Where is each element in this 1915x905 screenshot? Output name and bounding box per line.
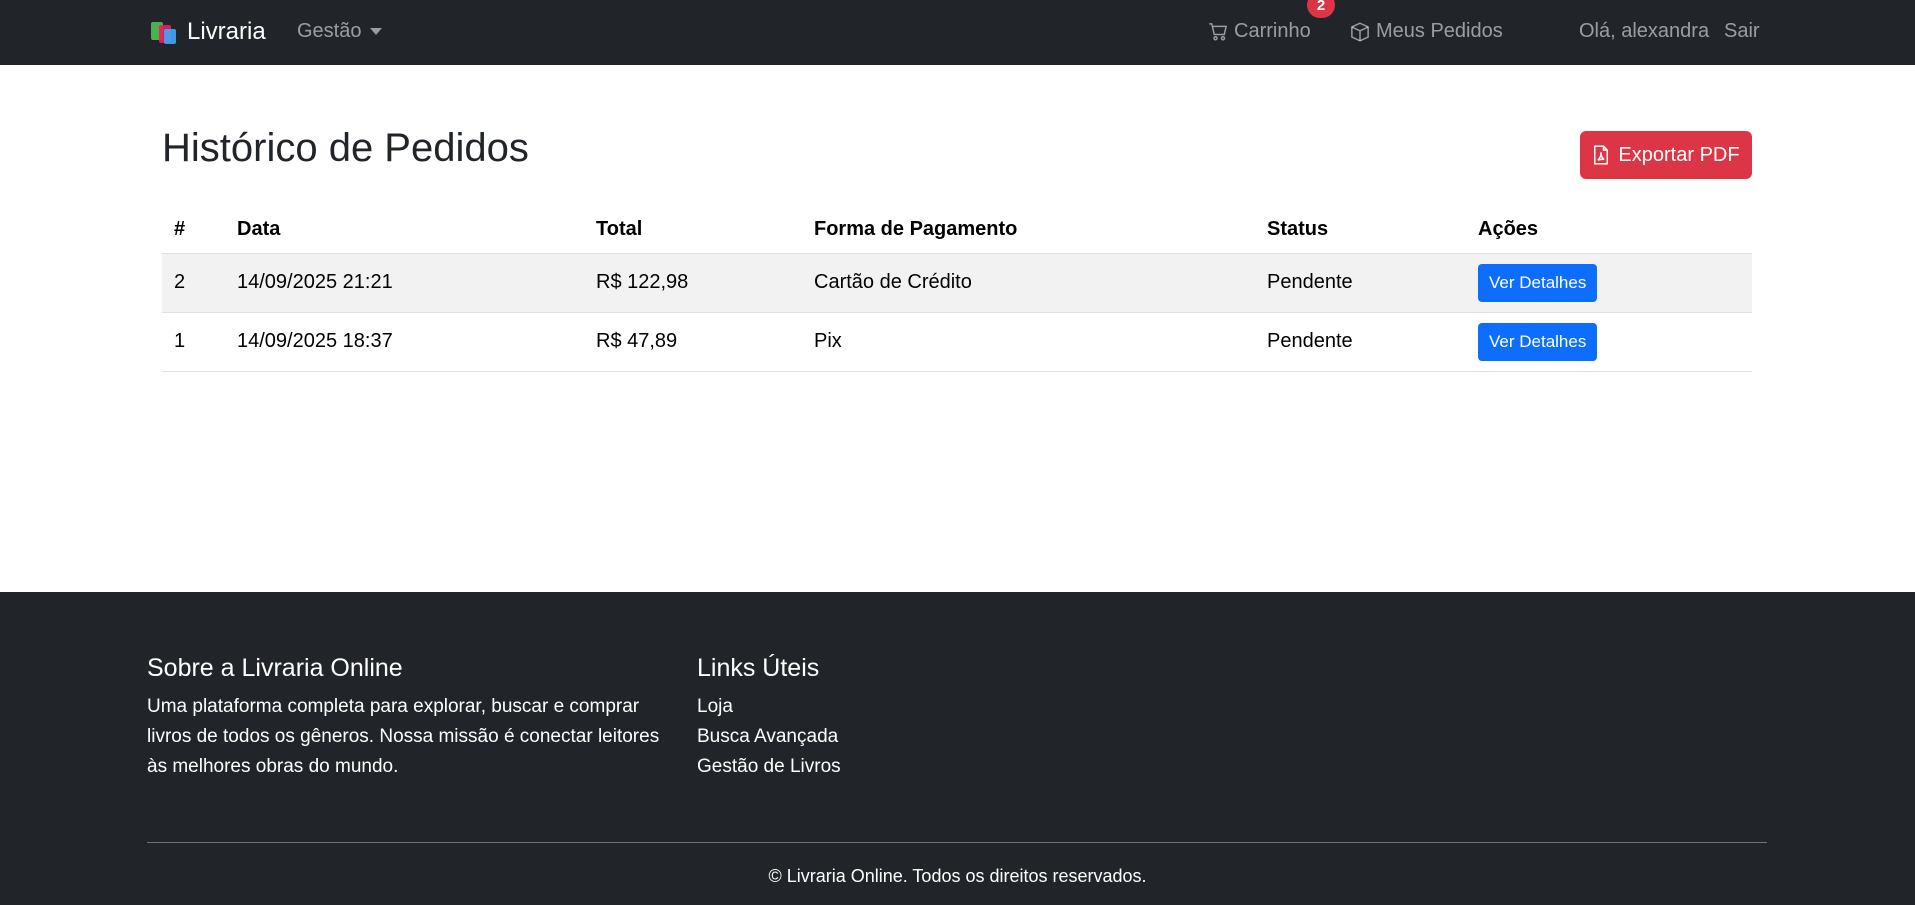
cart-label: Carrinho: [1234, 20, 1311, 42]
navbar: Livraria Gestão Carrinho 2 Meus Pedidos …: [0, 0, 1915, 65]
list-item: Gestão de Livros: [697, 752, 841, 782]
footer-divider: [147, 842, 1767, 843]
column-header-actions: Ações: [1466, 206, 1752, 254]
order-actions: Ver Detalhes: [1466, 253, 1752, 313]
table-row: 2 14/09/2025 21:21 R$ 122,98 Cartão de C…: [162, 253, 1752, 313]
order-id: 1: [162, 312, 225, 372]
list-item: Busca Avançada: [697, 722, 841, 752]
table-header-row: # Data Total Forma de Pagamento Status A…: [162, 206, 1752, 254]
footer-link-busca-avancada[interactable]: Busca Avançada: [697, 726, 838, 747]
order-status: Pendente: [1255, 253, 1466, 313]
footer-copyright: © Livraria Online. Todos os direitos res…: [768, 866, 1147, 886]
gestao-label: Gestão: [297, 20, 362, 42]
footer-links-title: Links Úteis: [697, 654, 820, 682]
column-header-status: Status: [1255, 206, 1466, 254]
order-id: 2: [162, 253, 225, 313]
cart-icon: [1209, 22, 1228, 41]
my-orders-label: Meus Pedidos: [1376, 20, 1503, 42]
footer-links-list: Loja Busca Avançada Gestão de Livros: [697, 692, 841, 782]
book-logo-icon: [151, 20, 177, 44]
footer-about-title: Sobre a Livraria Online: [147, 654, 403, 682]
order-status: Pendente: [1255, 312, 1466, 372]
logout-link[interactable]: Sair: [1724, 20, 1760, 43]
footer: Sobre a Livraria Online Uma plataforma c…: [0, 592, 1915, 905]
export-pdf-label: Exportar PDF: [1618, 143, 1740, 166]
table-row: 1 14/09/2025 18:37 R$ 47,89 Pix Pendente…: [162, 312, 1752, 372]
my-orders-link[interactable]: Meus Pedidos: [1350, 20, 1503, 43]
caret-down-icon: [370, 28, 383, 35]
box-icon: [1351, 21, 1369, 42]
order-total: R$ 122,98: [584, 253, 802, 313]
cart-link[interactable]: Carrinho: [1208, 20, 1311, 43]
pdf-icon: [1594, 145, 1609, 165]
page-title: Histórico de Pedidos: [162, 126, 529, 170]
order-actions: Ver Detalhes: [1466, 312, 1752, 372]
export-pdf-button[interactable]: Exportar PDF: [1580, 131, 1752, 179]
order-payment: Cartão de Crédito: [802, 253, 1255, 313]
brand-label: Livraria: [187, 18, 266, 45]
column-header-id: #: [162, 206, 225, 254]
view-details-button[interactable]: Ver Detalhes: [1478, 322, 1598, 361]
brand-link[interactable]: Livraria: [151, 17, 266, 47]
order-payment: Pix: [802, 312, 1255, 372]
user-greeting: Olá, alexandra: [1579, 20, 1710, 42]
cart-count-badge: 2: [1307, 0, 1335, 18]
footer-about-text: Uma plataforma completa para explorar, b…: [147, 696, 660, 777]
order-date: 14/09/2025 18:37: [225, 312, 584, 372]
column-header-total: Total: [584, 206, 802, 254]
order-date: 14/09/2025 21:21: [225, 253, 584, 313]
footer-link-gestao-livros[interactable]: Gestão de Livros: [697, 756, 841, 777]
gestao-dropdown[interactable]: Gestão: [297, 20, 383, 43]
view-details-button[interactable]: Ver Detalhes: [1478, 263, 1598, 302]
column-header-date: Data: [225, 206, 584, 254]
footer-link-loja[interactable]: Loja: [697, 696, 733, 717]
list-item: Loja: [697, 692, 841, 722]
column-header-payment: Forma de Pagamento: [802, 206, 1255, 254]
orders-table: # Data Total Forma de Pagamento Status A…: [162, 206, 1752, 372]
order-total: R$ 47,89: [584, 312, 802, 372]
